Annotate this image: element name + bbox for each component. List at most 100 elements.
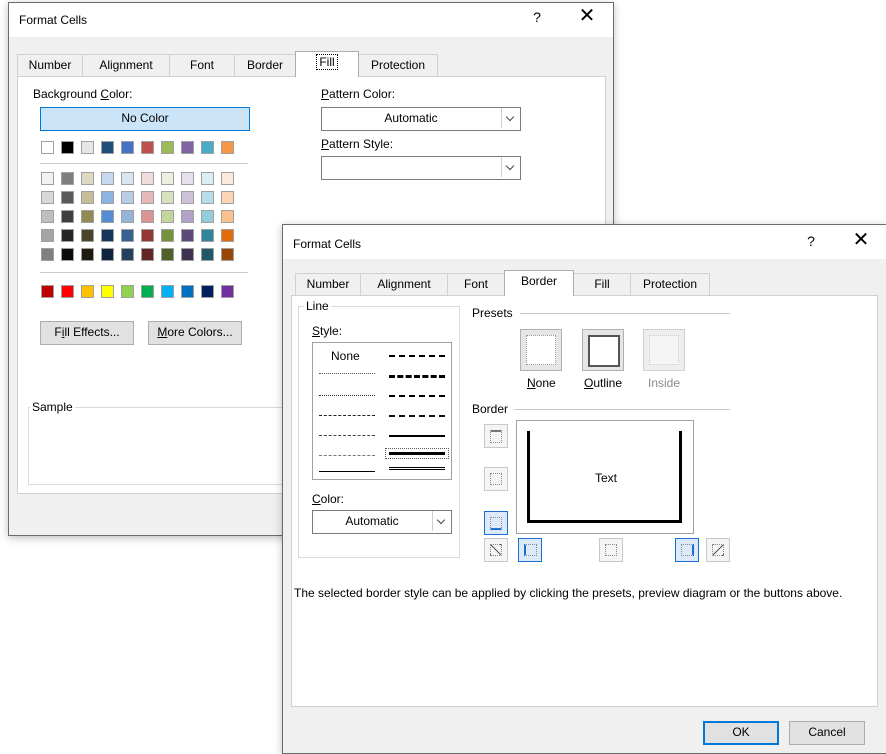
border-left-button[interactable]	[518, 538, 542, 562]
theme-color-swatch[interactable]	[221, 172, 234, 185]
theme-color-swatch[interactable]	[161, 141, 174, 154]
line-color-select[interactable]: Automatic	[312, 510, 452, 534]
border-top-button[interactable]	[484, 424, 508, 448]
theme-color-swatch[interactable]	[121, 248, 134, 261]
theme-color-swatch[interactable]	[41, 141, 54, 154]
line-style-thick[interactable]	[385, 448, 449, 459]
theme-color-swatch[interactable]	[101, 141, 114, 154]
tab-font[interactable]: Font	[169, 54, 235, 76]
theme-color-swatch[interactable]	[201, 191, 214, 204]
border-bottom-button[interactable]	[484, 511, 508, 535]
preset-outline-button[interactable]	[582, 329, 624, 371]
theme-color-swatch[interactable]	[61, 248, 74, 261]
line-style-dash-dot[interactable]	[319, 435, 375, 436]
theme-color-swatch[interactable]	[181, 210, 194, 223]
border-preview[interactable]: Text	[516, 420, 694, 534]
preset-none-button[interactable]	[520, 329, 562, 371]
tab-alignment[interactable]: Alignment	[360, 273, 448, 295]
pattern-color-select[interactable]: Automatic	[321, 107, 521, 131]
theme-color-swatch[interactable]	[121, 229, 134, 242]
standard-color-swatch[interactable]	[121, 285, 134, 298]
theme-color-swatch[interactable]	[81, 229, 94, 242]
theme-color-swatch[interactable]	[61, 141, 74, 154]
theme-color-swatch[interactable]	[141, 248, 154, 261]
border-right-button[interactable]	[675, 538, 699, 562]
line-style-medium-dash-dot-dot[interactable]	[389, 355, 445, 357]
theme-color-swatch[interactable]	[81, 172, 94, 185]
theme-color-swatch[interactable]	[121, 141, 134, 154]
theme-color-swatch[interactable]	[181, 191, 194, 204]
theme-color-swatch[interactable]	[121, 191, 134, 204]
theme-color-swatch[interactable]	[161, 191, 174, 204]
tab-border[interactable]: Border	[234, 54, 296, 76]
theme-color-swatch[interactable]	[41, 172, 54, 185]
cancel-button[interactable]: Cancel	[789, 721, 865, 745]
theme-color-swatch[interactable]	[141, 141, 154, 154]
theme-color-swatch[interactable]	[161, 210, 174, 223]
more-colors-button[interactable]: More Colors...	[148, 321, 242, 345]
theme-color-swatch[interactable]	[141, 210, 154, 223]
theme-color-swatch[interactable]	[181, 248, 194, 261]
theme-color-swatch[interactable]	[141, 172, 154, 185]
standard-color-swatch[interactable]	[41, 285, 54, 298]
pattern-style-select[interactable]	[321, 156, 521, 180]
theme-color-swatch[interactable]	[61, 172, 74, 185]
tab-protection[interactable]: Protection	[630, 273, 710, 295]
standard-color-swatch[interactable]	[101, 285, 114, 298]
line-style-medium[interactable]	[389, 435, 445, 437]
standard-color-swatch[interactable]	[81, 285, 94, 298]
close-icon[interactable]: ✕	[575, 6, 599, 26]
line-style-list[interactable]: None	[312, 342, 452, 480]
theme-color-swatch[interactable]	[101, 191, 114, 204]
ok-button[interactable]: OK	[703, 721, 779, 745]
help-button[interactable]: ?	[801, 233, 821, 249]
line-style-thin[interactable]	[319, 471, 375, 472]
standard-color-swatch[interactable]	[201, 285, 214, 298]
help-button[interactable]: ?	[527, 9, 547, 25]
standard-color-swatch[interactable]	[61, 285, 74, 298]
theme-color-swatch[interactable]	[181, 172, 194, 185]
theme-color-swatch[interactable]	[81, 210, 94, 223]
theme-color-swatch[interactable]	[41, 248, 54, 261]
theme-color-swatch[interactable]	[41, 210, 54, 223]
theme-color-swatch[interactable]	[101, 248, 114, 261]
standard-color-swatch[interactable]	[221, 285, 234, 298]
theme-color-swatch[interactable]	[41, 191, 54, 204]
tab-number[interactable]: Number	[17, 54, 83, 76]
theme-color-swatch[interactable]	[121, 210, 134, 223]
line-style-medium-dash-dot[interactable]	[389, 395, 445, 397]
tab-alignment[interactable]: Alignment	[82, 54, 170, 76]
tab-border[interactable]: Border	[504, 270, 574, 296]
theme-color-swatch[interactable]	[61, 191, 74, 204]
tab-protection[interactable]: Protection	[358, 54, 438, 76]
border-diagonal-down-button[interactable]	[706, 538, 730, 562]
theme-color-swatch[interactable]	[201, 229, 214, 242]
line-style-none[interactable]: None	[331, 349, 360, 363]
theme-color-swatch[interactable]	[121, 172, 134, 185]
line-style-dotted[interactable]	[319, 395, 375, 396]
line-style-dashed[interactable]	[319, 455, 375, 456]
line-style-double[interactable]	[389, 467, 445, 470]
standard-color-swatch[interactable]	[141, 285, 154, 298]
theme-color-swatch[interactable]	[141, 229, 154, 242]
line-style-hair[interactable]	[319, 373, 375, 374]
theme-color-swatch[interactable]	[201, 141, 214, 154]
border-middle-horizontal-button[interactable]	[484, 467, 508, 491]
no-color-button[interactable]: No Color	[40, 107, 250, 131]
theme-color-swatch[interactable]	[201, 172, 214, 185]
theme-color-swatch[interactable]	[61, 229, 74, 242]
theme-color-swatch[interactable]	[221, 191, 234, 204]
theme-color-swatch[interactable]	[221, 248, 234, 261]
line-style-medium-dashed[interactable]	[389, 415, 445, 417]
theme-color-swatch[interactable]	[221, 141, 234, 154]
line-style-dash-dot-dot[interactable]	[319, 415, 375, 416]
theme-color-swatch[interactable]	[141, 191, 154, 204]
theme-color-swatch[interactable]	[81, 141, 94, 154]
standard-color-swatch[interactable]	[181, 285, 194, 298]
preset-inside-button[interactable]	[643, 329, 685, 371]
theme-color-swatch[interactable]	[81, 191, 94, 204]
theme-color-swatch[interactable]	[221, 229, 234, 242]
theme-color-swatch[interactable]	[161, 172, 174, 185]
theme-color-swatch[interactable]	[181, 141, 194, 154]
tab-number[interactable]: Number	[295, 273, 361, 295]
